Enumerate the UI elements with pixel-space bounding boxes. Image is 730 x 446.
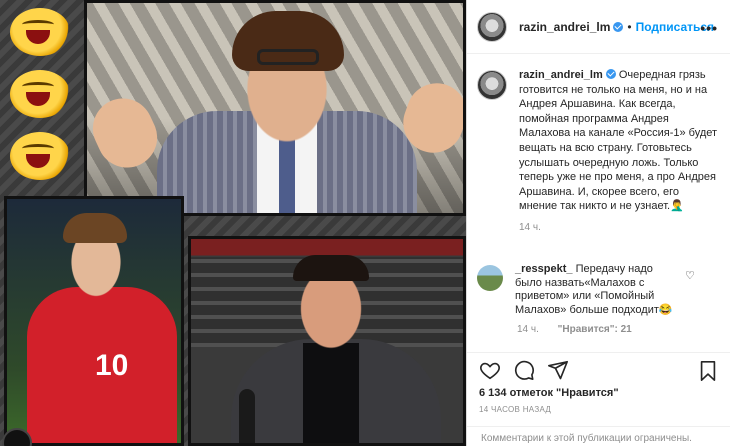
collage-panel-tv-host [84,0,466,216]
verified-badge-icon [613,21,624,32]
comments-restricted-notice: Комментарии к этой публикации ограничены… [467,426,730,446]
heart-icon[interactable] [479,359,501,381]
post-image[interactable]: 10 [0,0,466,446]
send-icon[interactable] [547,359,569,381]
laughing-emoji-icon [10,8,70,56]
commenter-avatar[interactable] [477,265,503,291]
laughing-emoji-column [10,8,78,194]
comment-likes-count[interactable]: "Нравится": 21 [558,324,632,335]
caption-text: razin_andrei_lm Очередная грязь готовитс… [519,68,719,214]
post-header: razin_andrei_lm • Подписаться ••• [467,0,730,54]
microphone-icon [239,389,255,443]
comment-icon[interactable] [513,359,535,381]
comment-item: _resspekt_ Передачу надо было назвать«Ма… [477,263,723,335]
jersey-number: 10 [95,349,129,382]
laughing-emoji-icon [10,70,70,118]
guest-hair [293,255,369,281]
likes-count[interactable]: 6 134 отметок "Нравится" [479,387,619,399]
comment-text: _resspekt_ Передачу надо было назвать«Ма… [515,263,675,317]
separator-dot: • [627,19,632,34]
post-sidebar: razin_andrei_lm • Подписаться ••• razin_… [466,0,730,446]
caption-body: Очередная грязь готовится не только на м… [519,69,718,213]
author-avatar[interactable] [477,11,507,42]
caption-timestamp[interactable]: 14 ч. [519,222,723,233]
player-hair [63,213,127,243]
author-username[interactable]: razin_andrei_lm [519,20,624,34]
host-glasses [257,49,319,65]
guest-shirt [303,343,359,443]
host-left-hand [87,88,167,178]
post-actions-bar [467,352,730,386]
laughing-emoji-icon [10,132,70,180]
post-timestamp[interactable]: 14 ЧАСОВ НАЗАД [479,405,551,414]
post-caption: razin_andrei_lm Очередная грязь готовитс… [477,68,723,233]
comment-timestamp[interactable]: 14 ч. [517,324,539,335]
caption-username[interactable]: razin_andrei_lm [519,69,603,81]
caption-author-avatar[interactable] [477,70,507,100]
collage-panel-footballer: 10 [4,196,184,446]
comment-meta: 14 ч. "Нравится": 21 [517,324,723,335]
more-options-icon[interactable]: ••• [700,20,718,36]
comment-like-heart-icon[interactable]: ♡ [685,269,695,317]
bookmark-icon[interactable] [698,360,718,382]
verified-badge-icon [605,69,616,79]
commenter-username[interactable]: _resspekt_ [515,263,573,275]
collage-panel-guest [188,236,466,446]
